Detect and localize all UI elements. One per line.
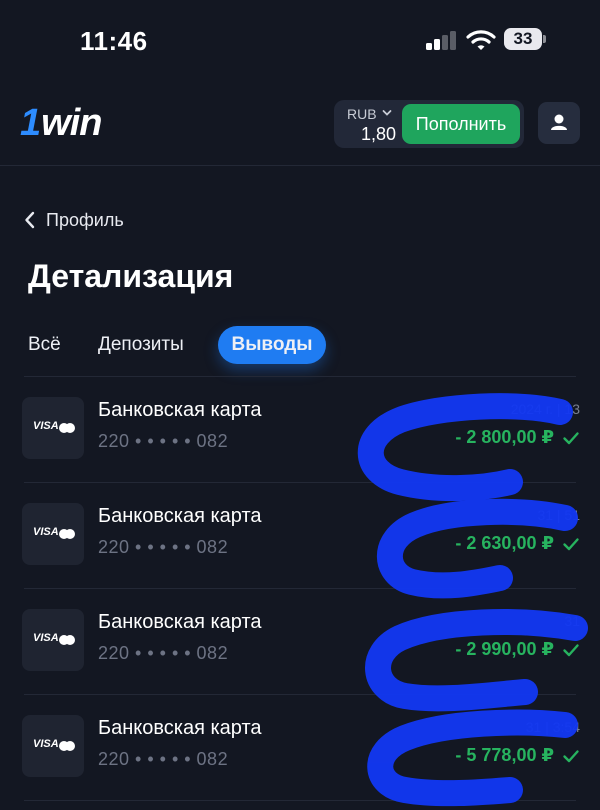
- transaction-row[interactable]: VISA Банковская карта 220 • • • • • 082 …: [0, 589, 600, 695]
- card-logo: VISA: [22, 397, 84, 459]
- page-title: Детализация: [28, 258, 234, 294]
- app-header: 1win RUB 1,80 Пополнить: [0, 88, 600, 166]
- transaction-date: 2024 г. | 13: [510, 401, 580, 417]
- currency-label: RUB: [347, 106, 377, 122]
- card-number: 220 • • • • • 082: [98, 749, 229, 769]
- filter-tabs: Всё Депозиты Выводы: [0, 326, 600, 366]
- card-number: 220 • • • • • 082: [98, 643, 229, 663]
- transaction-method: Банковская карта: [98, 505, 262, 527]
- visa-logo: VISA: [33, 526, 59, 538]
- transaction-method: Банковская карта: [98, 717, 262, 739]
- transaction-date: 31: [564, 613, 580, 629]
- deposit-button[interactable]: Пополнить: [402, 104, 520, 144]
- transaction-method: Банковская карта: [98, 399, 262, 421]
- mastercard-icon: [59, 423, 75, 433]
- tab-withdrawals[interactable]: Выводы: [218, 326, 326, 364]
- mastercard-icon: [59, 529, 75, 539]
- card-number: 220 • • • • • 082: [98, 537, 229, 557]
- card-number: 220 • • • • • 082: [98, 431, 229, 451]
- check-icon: [563, 538, 579, 551]
- cellular-signal-icon: [426, 30, 458, 50]
- profile-button[interactable]: [538, 102, 580, 144]
- status-time: 11:46: [80, 26, 148, 56]
- battery-icon: 33: [504, 28, 546, 52]
- transaction-row[interactable]: VISA Банковская карта 220 • • • • • 082 …: [0, 377, 600, 483]
- check-icon: [563, 750, 579, 763]
- user-icon: [551, 114, 567, 130]
- check-icon: [563, 432, 579, 445]
- card-logo: VISA: [22, 609, 84, 671]
- transaction-date: 31 | 51: [537, 507, 580, 523]
- transaction-amount: - 2 990,00 ₽: [455, 639, 554, 659]
- tab-deposits[interactable]: Депозиты: [98, 326, 184, 364]
- mastercard-icon: [59, 741, 75, 751]
- visa-logo: VISA: [33, 738, 59, 750]
- transaction-amount: - 5 778,00 ₽: [455, 745, 554, 765]
- brand-logo[interactable]: 1win: [20, 102, 102, 144]
- transaction-row[interactable]: VISA Банковская карта 220 • • • • • 082 …: [0, 695, 600, 801]
- card-logo: VISA: [22, 715, 84, 777]
- divider: [24, 800, 576, 801]
- mastercard-icon: [59, 635, 75, 645]
- visa-logo: VISA: [33, 632, 59, 644]
- tab-all[interactable]: Всё: [28, 326, 61, 364]
- chevron-left-icon: [25, 211, 35, 229]
- chevron-down-icon: [382, 110, 392, 116]
- check-icon: [563, 644, 579, 657]
- balance-value: 1,80: [361, 124, 397, 144]
- battery-level: 33: [504, 28, 542, 50]
- card-logo: VISA: [22, 503, 84, 565]
- transaction-amount: - 2 800,00 ₽: [455, 427, 554, 447]
- transaction-date: 31 | 3:54: [525, 719, 580, 735]
- transaction-method: Банковская карта: [98, 611, 262, 633]
- wifi-icon: [466, 28, 496, 52]
- transaction-row[interactable]: VISA Банковская карта 220 • • • • • 082 …: [0, 483, 600, 589]
- back-link[interactable]: Профиль: [24, 206, 124, 234]
- visa-logo: VISA: [33, 420, 59, 432]
- status-bar: 11:46 33: [0, 0, 600, 80]
- transaction-amount: - 2 630,00 ₽: [455, 533, 554, 553]
- back-label: Профиль: [46, 209, 124, 230]
